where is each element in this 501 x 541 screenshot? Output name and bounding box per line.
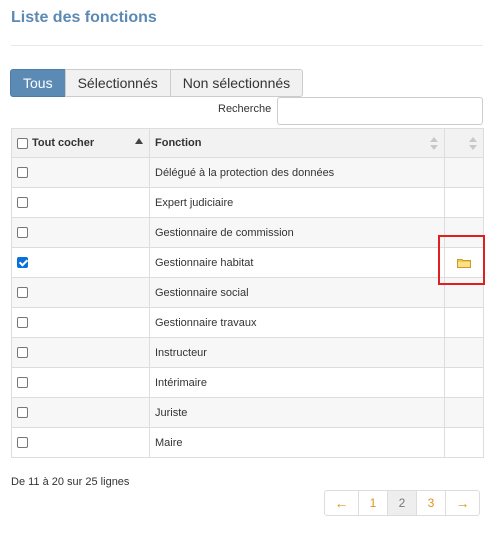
tab-selectionnes[interactable]: Sélectionnés (64, 69, 171, 97)
function-name: Délégué à la protection des données (149, 157, 445, 188)
table-row[interactable]: Expert judiciaire (11, 187, 484, 218)
check-all-label: Tout cocher (32, 137, 95, 149)
page-3-button[interactable]: 3 (416, 490, 446, 516)
select-cell[interactable] (11, 397, 150, 428)
check-all-checkbox[interactable] (17, 137, 28, 149)
table-row[interactable]: Gestionnaire travaux (11, 307, 484, 338)
action-cell (444, 337, 484, 368)
page-title: Liste des fonctions (11, 9, 157, 26)
folder-icon[interactable] (457, 258, 471, 268)
function-name: Juriste (149, 397, 445, 428)
prev-page-button[interactable]: ← (324, 490, 359, 516)
action-cell (444, 307, 484, 338)
select-cell[interactable] (11, 337, 150, 368)
function-name: Instructeur (149, 337, 445, 368)
action-cell (444, 427, 484, 458)
action-cell (444, 217, 484, 248)
functions-table: Tout cocher Fonction Délégué à la protec… (11, 128, 484, 458)
row-checkbox[interactable] (17, 287, 28, 299)
function-name: Gestionnaire habitat (149, 247, 445, 278)
select-cell[interactable] (11, 307, 150, 338)
row-checkbox[interactable] (17, 437, 28, 449)
table-row[interactable]: Délégué à la protection des données (11, 157, 484, 188)
row-count-summary: De 11 à 20 sur 25 lignes (11, 476, 130, 488)
row-checkbox[interactable] (17, 257, 28, 269)
row-checkbox[interactable] (17, 407, 28, 419)
row-checkbox[interactable] (17, 197, 28, 209)
table-header-row: Tout cocher Fonction (11, 128, 484, 158)
select-cell[interactable] (11, 217, 150, 248)
action-cell (444, 397, 484, 428)
search-label: Recherche (218, 103, 272, 115)
next-page-button[interactable]: → (445, 490, 480, 516)
tab-tous[interactable]: Tous (10, 69, 66, 97)
header-function[interactable]: Fonction (149, 128, 445, 158)
function-name: Expert judiciaire (149, 187, 445, 218)
action-cell (444, 247, 484, 278)
table-row[interactable]: Maire (11, 427, 484, 458)
table-row[interactable]: Gestionnaire habitat (11, 247, 484, 278)
page-1-button[interactable]: 1 (358, 490, 388, 516)
function-header-label: Fonction (155, 137, 202, 149)
row-checkbox[interactable] (17, 377, 28, 389)
row-checkbox[interactable] (17, 347, 28, 359)
select-cell[interactable] (11, 247, 150, 278)
function-name: Gestionnaire social (149, 277, 445, 308)
sort-icon[interactable] (469, 137, 477, 150)
tab-non-selectionnes[interactable]: Non sélectionnés (169, 69, 304, 97)
sort-icon[interactable] (430, 137, 438, 150)
pagination: ← 1 2 3 → (324, 490, 480, 516)
select-cell[interactable] (11, 277, 150, 308)
select-cell[interactable] (11, 157, 150, 188)
function-name: Maire (149, 427, 445, 458)
row-checkbox[interactable] (17, 167, 28, 179)
function-name: Gestionnaire travaux (149, 307, 445, 338)
row-checkbox[interactable] (17, 227, 28, 239)
row-checkbox[interactable] (17, 317, 28, 329)
sort-ascending-icon[interactable] (135, 138, 143, 144)
table-row[interactable]: Instructeur (11, 337, 484, 368)
table-row[interactable]: Gestionnaire de commission (11, 217, 484, 248)
action-cell (444, 187, 484, 218)
select-cell[interactable] (11, 367, 150, 398)
header-actions[interactable] (444, 128, 484, 158)
header-check-all[interactable]: Tout cocher (11, 128, 150, 158)
function-name: Gestionnaire de commission (149, 217, 445, 248)
table-row[interactable]: Juriste (11, 397, 484, 428)
select-cell[interactable] (11, 187, 150, 218)
page-2-current: 2 (387, 490, 417, 516)
table-row[interactable]: Intérimaire (11, 367, 484, 398)
action-cell (444, 157, 484, 188)
function-name: Intérimaire (149, 367, 445, 398)
table-row[interactable]: Gestionnaire social (11, 277, 484, 308)
select-cell[interactable] (11, 427, 150, 458)
title-divider (11, 45, 483, 46)
action-cell (444, 277, 484, 308)
search-input[interactable] (277, 97, 483, 125)
action-cell (444, 367, 484, 398)
filter-tabs: Tous Sélectionnés Non sélectionnés (10, 69, 304, 97)
